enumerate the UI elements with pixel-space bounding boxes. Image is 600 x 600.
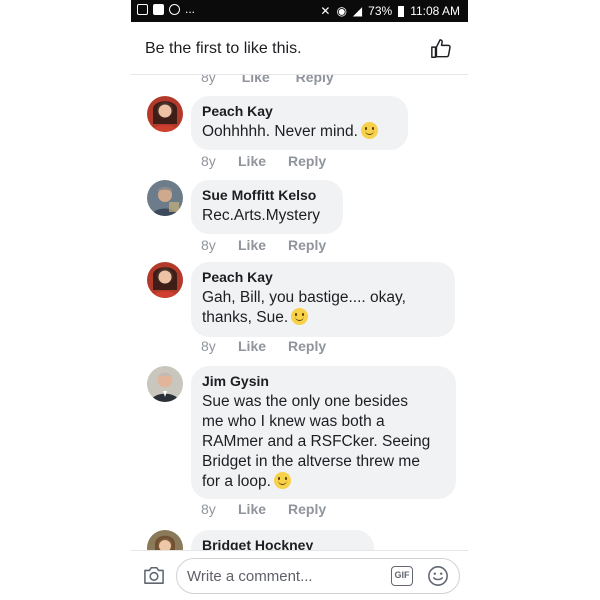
alarm-icon: ◉ bbox=[336, 4, 347, 18]
circle-icon bbox=[169, 3, 180, 15]
commenter-name[interactable]: Peach Kay bbox=[202, 269, 443, 286]
gif-icon[interactable]: GIF bbox=[391, 566, 413, 586]
reply-link[interactable]: Reply bbox=[288, 153, 326, 169]
comment-bubble: Peach Kay Gah, Bill, you bastige.... oka… bbox=[191, 262, 455, 337]
comment-bubble: Sue Moffitt Kelso Rec.Arts.Mystery bbox=[191, 180, 343, 234]
clock: 11:08 AM bbox=[410, 4, 460, 18]
reply-link[interactable]: Reply bbox=[288, 237, 326, 253]
mute-icon: ✕ bbox=[320, 4, 331, 18]
thumbs-up-icon[interactable] bbox=[430, 38, 452, 60]
smile-emoji-icon bbox=[273, 472, 291, 489]
comment-meta: 8y Like Reply bbox=[201, 338, 326, 354]
like-link[interactable]: Like bbox=[238, 153, 288, 169]
like-link[interactable]: Like bbox=[242, 75, 270, 85]
comment-meta: 8y Like Reply bbox=[201, 501, 326, 517]
smile-emoji-icon bbox=[291, 308, 309, 325]
comment-age: 8y bbox=[201, 75, 216, 85]
comment-bubble: Jim Gysin Sue was the only one besides me… bbox=[191, 366, 456, 499]
commenter-name[interactable]: Sue Moffitt Kelso bbox=[202, 187, 331, 204]
smile-emoji-icon bbox=[360, 122, 378, 139]
comment-text: Sue was the only one besides me who I kne… bbox=[202, 393, 431, 490]
like-link[interactable]: Like bbox=[238, 338, 288, 354]
comment-age: 8y bbox=[201, 501, 216, 517]
comment-composer: Write a comment... GIF bbox=[131, 550, 468, 600]
camera-icon[interactable] bbox=[143, 565, 165, 585]
lte-signal-icon: ◢ bbox=[352, 4, 363, 18]
comment-text: Oohhhhh. Never mind. bbox=[202, 122, 396, 142]
commenter-name[interactable]: Bridget Hockney bbox=[202, 537, 362, 550]
commenter-name[interactable]: Peach Kay bbox=[202, 103, 396, 120]
avatar[interactable] bbox=[147, 262, 183, 298]
commenter-name[interactable]: Jim Gysin bbox=[202, 373, 444, 390]
comment-age: 8y bbox=[201, 338, 216, 354]
comment-input[interactable]: Write a comment... GIF bbox=[176, 558, 460, 594]
comment-bubble: Bridget Hockney bbox=[191, 530, 374, 550]
battery-percent: 73% bbox=[368, 4, 393, 18]
comment-text: Rec.Arts.Mystery bbox=[202, 207, 320, 224]
comment-placeholder: Write a comment... bbox=[187, 568, 313, 585]
comment-age: 8y bbox=[201, 237, 216, 253]
comment-list[interactable]: 8y Like Reply Peach Kay Oohhhhh. Never m… bbox=[131, 75, 468, 550]
facebook-icon bbox=[153, 3, 164, 15]
avatar[interactable] bbox=[147, 366, 183, 402]
comment-meta: 8y Like Reply bbox=[201, 153, 326, 169]
avatar[interactable] bbox=[147, 96, 183, 132]
previous-comment-meta: 8y Like Reply bbox=[201, 75, 356, 85]
status-bar: ... ✕ ◉ ◢ 73% 11:08 AM bbox=[131, 0, 468, 22]
comment-meta: 8y Like Reply bbox=[201, 237, 326, 253]
image-icon bbox=[137, 3, 148, 15]
reply-link[interactable]: Reply bbox=[296, 75, 334, 85]
like-link[interactable]: Like bbox=[238, 237, 288, 253]
reply-link[interactable]: Reply bbox=[288, 338, 326, 354]
avatar[interactable] bbox=[147, 530, 183, 550]
phone-screen: ... ✕ ◉ ◢ 73% 11:08 AM Be the first to l… bbox=[131, 0, 468, 600]
comment-text: Gah, Bill, you bastige.... okay, thanks, … bbox=[202, 289, 406, 326]
emoji-icon[interactable] bbox=[427, 565, 449, 587]
likes-header: Be the first to like this. bbox=[131, 22, 468, 75]
likes-text: Be the first to like this. bbox=[145, 40, 302, 57]
comment-age: 8y bbox=[201, 153, 216, 169]
avatar[interactable] bbox=[147, 180, 183, 216]
status-dots: ... bbox=[185, 2, 196, 16]
battery-icon bbox=[398, 5, 405, 17]
reply-link[interactable]: Reply bbox=[288, 501, 326, 517]
comment-bubble: Peach Kay Oohhhhh. Never mind. bbox=[191, 96, 408, 150]
like-link[interactable]: Like bbox=[238, 501, 288, 517]
